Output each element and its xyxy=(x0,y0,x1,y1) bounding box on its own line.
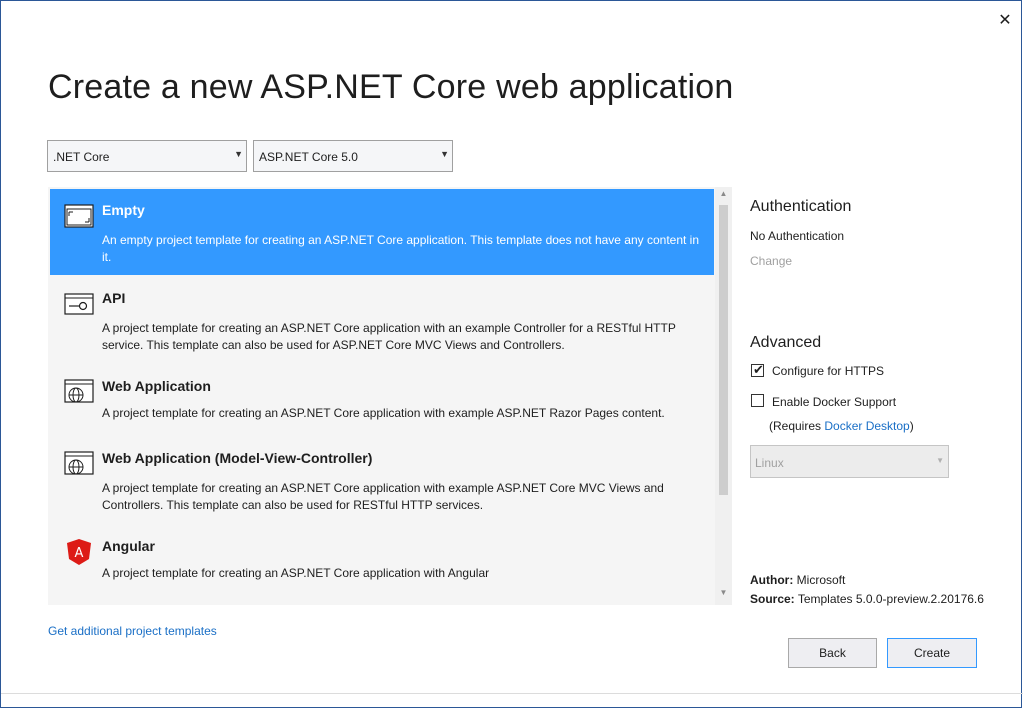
template-name: API xyxy=(102,290,126,306)
docker-desktop-link[interactable]: Docker Desktop xyxy=(824,419,909,433)
version-dropdown-value: ASP.NET Core 5.0 xyxy=(259,150,358,164)
scroll-down-icon[interactable]: ▼ xyxy=(715,588,732,602)
footer-divider xyxy=(1,693,1023,694)
template-description: A project template for creating an ASP.N… xyxy=(102,321,676,352)
author-value: Microsoft xyxy=(796,573,846,587)
template-list: Empty An empty project template for crea… xyxy=(48,187,732,605)
version-dropdown[interactable]: ASP.NET Core 5.0 ▼ xyxy=(253,140,453,172)
globe-template-icon xyxy=(64,451,94,475)
target-os-value: Linux xyxy=(755,456,784,470)
back-button[interactable]: Back xyxy=(788,638,877,668)
template-description: A project template for creating an ASP.N… xyxy=(102,566,490,580)
framework-dropdown-value: .NET Core xyxy=(53,150,110,164)
create-button[interactable]: Create xyxy=(887,638,977,668)
scrollbar-thumb[interactable] xyxy=(719,205,728,495)
source-row: Source: Templates 5.0.0-preview.2.20176.… xyxy=(750,592,984,606)
https-checkbox[interactable]: ✔ xyxy=(751,362,764,377)
docker-requirement-note: (Requires Docker Desktop) xyxy=(769,419,914,433)
https-label[interactable]: Configure for HTTPS xyxy=(772,364,884,378)
api-template-icon xyxy=(64,293,94,315)
get-more-templates-link[interactable]: Get additional project templates xyxy=(48,624,217,638)
author-label: Author: xyxy=(750,573,794,587)
requires-suffix: ) xyxy=(909,419,914,433)
source-value: Templates 5.0.0-preview.2.20176.6 xyxy=(797,592,984,606)
template-name: Angular xyxy=(102,538,155,554)
docker-checkbox[interactable] xyxy=(751,394,764,407)
chevron-down-icon: ▼ xyxy=(440,149,449,159)
template-name: Empty xyxy=(102,202,145,218)
close-icon[interactable]: ✕ xyxy=(995,11,1015,31)
framework-dropdown[interactable]: .NET Core ▼ xyxy=(47,140,247,172)
check-icon: ✔ xyxy=(753,362,764,377)
dialog-window: ✕ Create a new ASP.NET Core web applicat… xyxy=(0,0,1023,708)
template-name: Web Application xyxy=(102,378,211,394)
template-item-mvc[interactable]: Web Application (Model-View-Controller) … xyxy=(50,437,714,523)
change-authentication-link[interactable]: Change xyxy=(750,254,792,268)
empty-template-icon xyxy=(64,204,94,228)
authentication-heading: Authentication xyxy=(750,198,852,215)
source-label: Source: xyxy=(750,592,795,606)
author-row: Author: Microsoft xyxy=(750,573,845,587)
template-item-empty[interactable]: Empty An empty project template for crea… xyxy=(50,189,714,275)
angular-icon: A xyxy=(67,539,91,565)
docker-label[interactable]: Enable Docker Support xyxy=(772,395,896,409)
chevron-down-icon: ▼ xyxy=(234,149,243,159)
template-description: A project template for creating an ASP.N… xyxy=(102,481,664,512)
advanced-heading: Advanced xyxy=(750,334,822,351)
authentication-value: No Authentication xyxy=(750,229,845,243)
scroll-up-icon[interactable]: ▲ xyxy=(715,189,732,203)
template-name: Web Application (Model-View-Controller) xyxy=(102,450,373,466)
svg-text:A: A xyxy=(75,546,84,561)
template-list-scrollbar[interactable]: ▲ ▼ xyxy=(715,187,732,605)
requires-prefix: (Requires xyxy=(769,419,825,433)
template-item-api[interactable]: API A project template for creating an A… xyxy=(50,277,714,363)
target-os-dropdown: Linux ▼ xyxy=(750,445,949,478)
template-description: An empty project template for creating a… xyxy=(102,233,700,264)
template-description: A project template for creating an ASP.N… xyxy=(102,406,665,420)
chevron-down-icon: ▼ xyxy=(936,456,944,465)
template-item-angular[interactable]: A Angular A project template for creatin… xyxy=(50,525,714,605)
page-title: Create a new ASP.NET Core web applicatio… xyxy=(48,68,734,106)
globe-template-icon xyxy=(64,379,94,403)
